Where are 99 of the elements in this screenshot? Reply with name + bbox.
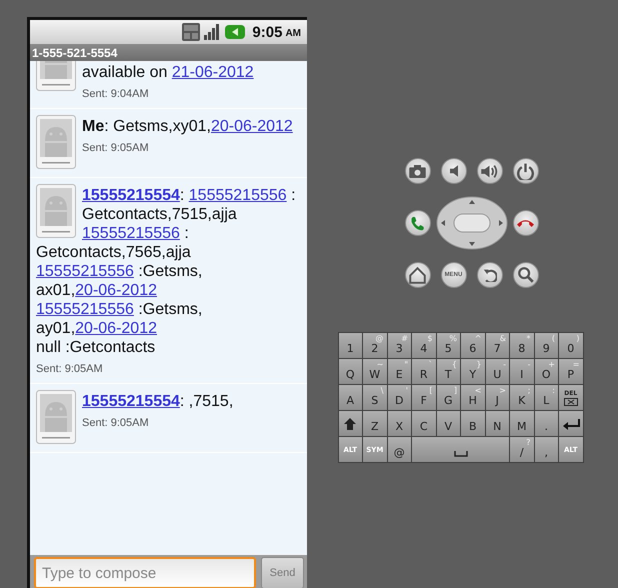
keyboard-key[interactable]: 1 bbox=[338, 333, 362, 358]
search-button[interactable] bbox=[512, 262, 538, 288]
phone-icon bbox=[411, 216, 424, 230]
network-type-icon bbox=[182, 23, 200, 41]
keyboard-key[interactable]: B bbox=[461, 411, 484, 436]
message-link[interactable]: 15555215556 bbox=[36, 263, 134, 280]
keyboard-key[interactable]: N bbox=[486, 411, 509, 436]
volume-up-button[interactable] bbox=[476, 158, 502, 184]
keyboard-key[interactable]: 5 % bbox=[436, 333, 460, 358]
message-text: 15555215556 :Getsms, bbox=[36, 262, 204, 281]
back-icon bbox=[482, 268, 496, 282]
message-link[interactable]: 15555215556 bbox=[188, 187, 287, 204]
search-icon bbox=[518, 267, 534, 283]
message-link[interactable]: 15555215554 bbox=[82, 187, 180, 204]
keyboard-key[interactable]: 0 ) bbox=[559, 333, 582, 358]
message-text: ay01,20-06-2012 bbox=[36, 319, 158, 338]
keyboard-key[interactable]: 3 # bbox=[388, 333, 411, 358]
keyboard-key[interactable]: E " bbox=[388, 359, 411, 384]
keyboard-key[interactable]: W ~ bbox=[363, 359, 386, 384]
keyboard-key[interactable]: D ' bbox=[388, 385, 411, 410]
keyboard-key[interactable]: 4 $ bbox=[412, 333, 436, 358]
clock-meridiem: AM bbox=[285, 28, 301, 39]
volume-down-button[interactable] bbox=[440, 158, 466, 184]
keyboard-key[interactable] bbox=[559, 411, 582, 436]
keyboard-key[interactable]: / ? bbox=[510, 437, 534, 462]
keyboard-key[interactable]: 7 & bbox=[486, 333, 509, 358]
message-text: Getcontacts,7565,ajja bbox=[36, 243, 192, 262]
keyboard-key[interactable]: K ; bbox=[510, 385, 534, 410]
message-link[interactable]: 20-06-2012 bbox=[210, 118, 293, 135]
battery-icon bbox=[224, 23, 246, 41]
keyboard-key[interactable]: . bbox=[534, 411, 558, 436]
enter-icon bbox=[562, 418, 580, 430]
message-link[interactable]: 15555215554 bbox=[82, 393, 180, 410]
camera-button[interactable] bbox=[404, 158, 430, 184]
keyboard-key[interactable]: M bbox=[510, 411, 534, 436]
keyboard-key[interactable]: V bbox=[436, 411, 460, 436]
keyboard-key[interactable]: , bbox=[534, 437, 558, 462]
sent-time: Sent: 9:05AM bbox=[36, 363, 104, 375]
message-text: 15555215556 :Getsms, bbox=[36, 300, 204, 319]
keyboard-key[interactable]: I - bbox=[510, 359, 534, 384]
space-icon bbox=[454, 451, 468, 457]
keyboard-key[interactable]: F [ bbox=[412, 385, 436, 410]
delete-icon bbox=[564, 398, 578, 406]
speaker-icon bbox=[450, 165, 458, 177]
keyboard-key[interactable]: H < bbox=[461, 385, 484, 410]
directional-pad[interactable] bbox=[436, 196, 508, 250]
keyboard-key[interactable]: X bbox=[388, 411, 411, 436]
message-text: Me: Getsms,xy01,20-06-2012 bbox=[82, 117, 294, 136]
keyboard-key[interactable]: O + bbox=[534, 359, 558, 384]
dpad-drawing bbox=[436, 196, 508, 250]
sent-time: Sent: 9:05AM bbox=[81, 417, 150, 429]
contact-number: 1-555-521-5554 bbox=[32, 46, 118, 60]
keyboard-key[interactable]: @ bbox=[388, 437, 411, 462]
message-link[interactable]: 15555215556 bbox=[82, 225, 180, 242]
keyboard-key[interactable]: G ] bbox=[436, 385, 460, 410]
compose-field[interactable]: Type to compose bbox=[34, 557, 256, 588]
house-icon bbox=[409, 266, 426, 284]
power-icon bbox=[517, 162, 534, 180]
keyboard-key[interactable]: C bbox=[412, 411, 436, 436]
keyboard-key[interactable]: U - bbox=[486, 359, 509, 384]
message-link[interactable]: 20-06-2012 bbox=[75, 282, 157, 299]
keyboard-key[interactable]: A bbox=[338, 385, 362, 410]
keyboard-key[interactable]: P = bbox=[559, 359, 582, 384]
phone-icon bbox=[517, 219, 534, 227]
keyboard-key[interactable]: 9 ( bbox=[534, 333, 558, 358]
clock: 9:05 bbox=[252, 24, 282, 40]
message-text: available on 21-06-2012 bbox=[82, 63, 255, 82]
keyboard-key[interactable]: L : bbox=[534, 385, 558, 410]
keyboard-key[interactable]: S \ bbox=[363, 385, 386, 410]
keyboard-key[interactable]: Z bbox=[363, 411, 386, 436]
keyboard-key[interactable]: 2 @ bbox=[363, 333, 386, 358]
keyboard-key[interactable]: R ` bbox=[412, 359, 436, 384]
message-text: 15555215554: 15555215556 : bbox=[82, 186, 297, 205]
keyboard-key[interactable]: Q bbox=[338, 359, 362, 384]
shift-icon bbox=[343, 416, 358, 430]
message-link[interactable]: 15555215556 bbox=[36, 301, 134, 318]
message-link[interactable]: 20-06-2012 bbox=[75, 320, 157, 337]
end-call-button[interactable] bbox=[512, 210, 538, 236]
message-text: 15555215554: ,7515, bbox=[82, 392, 234, 411]
sent-time: Sent: 9:04AM bbox=[81, 88, 150, 100]
camera-icon bbox=[409, 164, 426, 178]
message-text: null :Getcontacts bbox=[36, 338, 156, 357]
back-button[interactable] bbox=[476, 262, 502, 288]
keyboard-key[interactable]: T { bbox=[436, 359, 460, 384]
keyboard-key[interactable]: 6 ^ bbox=[461, 333, 484, 358]
signal-icon bbox=[203, 23, 222, 41]
message-link[interactable]: 21-06-2012 bbox=[172, 64, 254, 81]
call-button[interactable] bbox=[404, 210, 430, 236]
message-text: ax01,20-06-2012 bbox=[36, 281, 158, 300]
speaker-icon bbox=[481, 164, 498, 178]
message-text: 15555215556 : bbox=[82, 224, 190, 243]
message-text: Getcontacts,7515,ajja bbox=[82, 205, 238, 224]
home-button[interactable] bbox=[404, 262, 430, 288]
keyboard-key[interactable]: 8 * bbox=[510, 333, 534, 358]
keyboard-key[interactable]: J > bbox=[486, 385, 509, 410]
sent-time: Sent: 9:05AM bbox=[81, 142, 150, 154]
keyboard-key[interactable] bbox=[338, 411, 362, 436]
power-button[interactable] bbox=[512, 158, 538, 184]
keyboard-key[interactable]: Y } bbox=[461, 359, 484, 384]
